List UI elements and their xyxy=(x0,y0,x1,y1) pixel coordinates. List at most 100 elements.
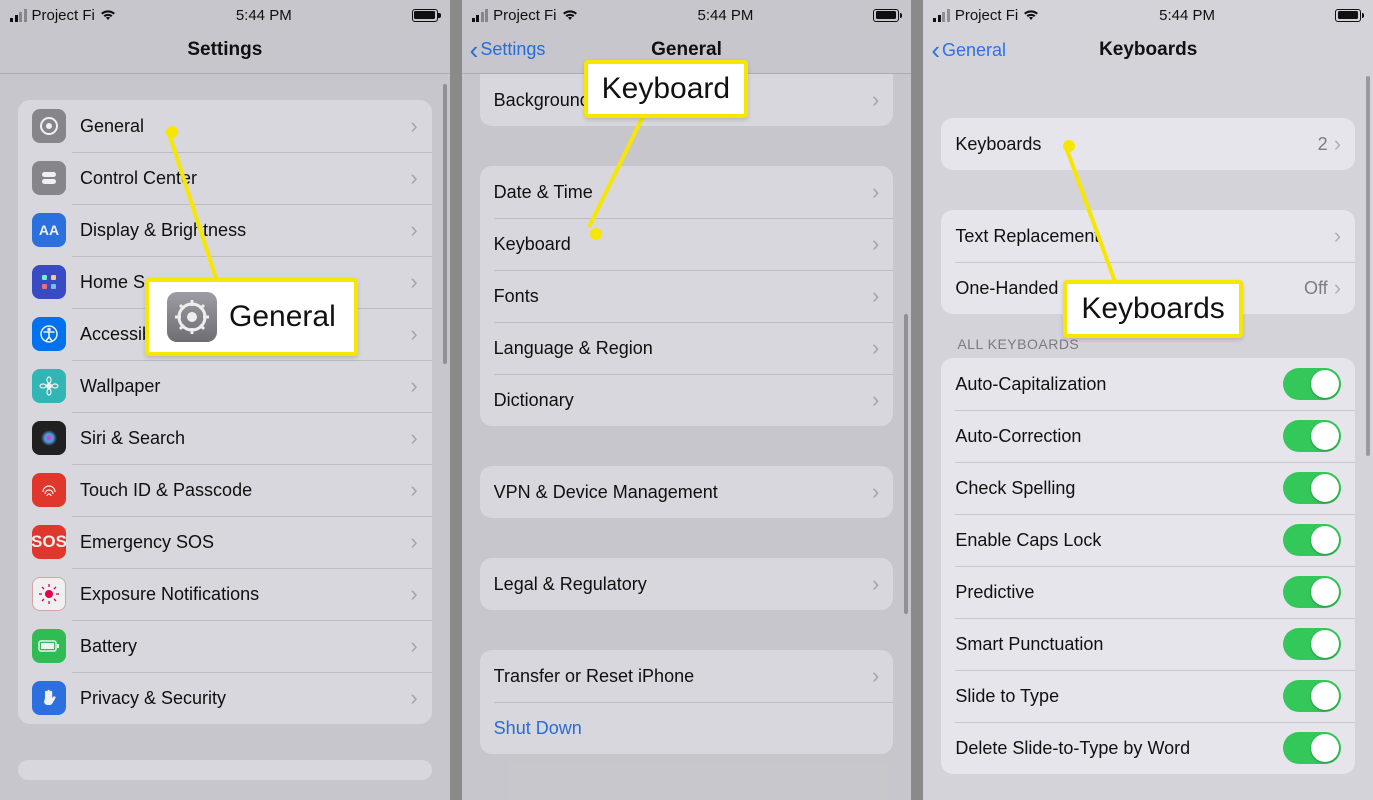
gear-icon xyxy=(32,109,66,143)
row-sos[interactable]: SOSEmergency SOS› xyxy=(18,516,432,568)
back-label: General xyxy=(942,40,1006,61)
callout-label: Keyboard xyxy=(602,72,730,106)
row-shutdown[interactable]: Shut Down xyxy=(480,702,894,754)
nav-bar: Settings xyxy=(0,26,450,74)
back-button[interactable]: ‹Settings xyxy=(470,37,546,63)
row-touchid[interactable]: Touch ID & Passcode› xyxy=(18,464,432,516)
chevron-right-icon: › xyxy=(872,335,879,361)
carrier-label: Project Fi xyxy=(493,7,556,24)
page-title: Keyboards xyxy=(1099,39,1197,61)
row-label: Check Spelling xyxy=(955,478,1283,499)
row-label: Exposure Notifications xyxy=(80,584,410,605)
chevron-right-icon: › xyxy=(410,425,417,451)
row-predictive: Predictive xyxy=(941,566,1355,618)
row-language-region[interactable]: Language & Region› xyxy=(480,322,894,374)
row-slide-type: Slide to Type xyxy=(941,670,1355,722)
page-title: Settings xyxy=(187,39,262,61)
row-delete-slide: Delete Slide-to-Type by Word xyxy=(941,722,1355,774)
status-bar: Project Fi 5:44 PM xyxy=(0,0,450,26)
row-wallpaper[interactable]: Wallpaper› xyxy=(18,360,432,412)
scroll-indicator[interactable] xyxy=(443,84,447,364)
clock: 5:44 PM xyxy=(698,7,754,24)
back-button[interactable]: ‹General xyxy=(931,37,1006,63)
row-label: Date & Time xyxy=(494,182,872,203)
row-label: Delete Slide-to-Type by Word xyxy=(955,738,1283,759)
chevron-right-icon: › xyxy=(872,663,879,689)
row-text-replacement[interactable]: Text Replacement› xyxy=(941,210,1355,262)
row-siri[interactable]: Siri & Search› xyxy=(18,412,432,464)
row-label: Smart Punctuation xyxy=(955,634,1283,655)
row-label: Shut Down xyxy=(494,718,880,739)
row-label: Auto-Correction xyxy=(955,426,1283,447)
row-label: Keyboards xyxy=(955,134,1317,155)
row-keyboards[interactable]: Keyboards2› xyxy=(941,118,1355,170)
toggle-caps-lock[interactable] xyxy=(1283,524,1341,556)
keyboards-list[interactable]: Keyboards2› Text Replacement› One-Handed… xyxy=(923,74,1373,800)
signal-icon xyxy=(472,9,489,22)
toggle-check-spelling[interactable] xyxy=(1283,472,1341,504)
row-dictionary[interactable]: Dictionary› xyxy=(480,374,894,426)
toggle-slide-type[interactable] xyxy=(1283,680,1341,712)
chevron-right-icon: › xyxy=(872,571,879,597)
flower-icon xyxy=(32,369,66,403)
chevron-right-icon: › xyxy=(410,633,417,659)
row-general[interactable]: General› xyxy=(18,100,432,152)
signal-icon xyxy=(933,9,950,22)
chevron-right-icon: › xyxy=(1334,275,1341,301)
row-exposure[interactable]: Exposure Notifications› xyxy=(18,568,432,620)
callout-label: Keyboards xyxy=(1081,292,1224,326)
chevron-right-icon: › xyxy=(1334,223,1341,249)
scroll-indicator[interactable] xyxy=(1366,76,1370,456)
chevron-right-icon: › xyxy=(410,373,417,399)
row-privacy[interactable]: Privacy & Security› xyxy=(18,672,432,724)
battery-icon xyxy=(412,9,438,22)
hand-icon xyxy=(32,681,66,715)
row-label: Text Replacement xyxy=(955,226,1333,247)
row-transfer-reset[interactable]: Transfer or Reset iPhone› xyxy=(480,650,894,702)
row-label: Predictive xyxy=(955,582,1283,603)
row-auto-cap: Auto-Capitalization xyxy=(941,358,1355,410)
wifi-icon xyxy=(1023,9,1039,21)
row-label: Auto-Capitalization xyxy=(955,374,1283,395)
toggle-smart-punct[interactable] xyxy=(1283,628,1341,660)
toggle-auto-cap[interactable] xyxy=(1283,368,1341,400)
toggle-delete-slide[interactable] xyxy=(1283,732,1341,764)
sos-icon: SOS xyxy=(32,525,66,559)
chevron-right-icon: › xyxy=(1334,131,1341,157)
chevron-right-icon: › xyxy=(872,231,879,257)
row-label: Transfer or Reset iPhone xyxy=(494,666,872,687)
status-bar: Project Fi 5:44 PM xyxy=(923,0,1373,26)
row-legal[interactable]: Legal & Regulatory› xyxy=(480,558,894,610)
chevron-right-icon: › xyxy=(872,479,879,505)
row-keyboard[interactable]: Keyboard› xyxy=(480,218,894,270)
row-label: Emergency SOS xyxy=(80,532,410,553)
chevron-right-icon: › xyxy=(410,581,417,607)
settings-list[interactable]: General› Control Center› AADisplay & Bri… xyxy=(0,74,450,800)
grid-icon xyxy=(32,265,66,299)
text-size-icon: AA xyxy=(32,213,66,247)
row-control-center[interactable]: Control Center› xyxy=(18,152,432,204)
row-label: VPN & Device Management xyxy=(494,482,872,503)
row-label: Control Center xyxy=(80,168,410,189)
row-smart-punct: Smart Punctuation xyxy=(941,618,1355,670)
wifi-icon xyxy=(100,9,116,21)
row-label: Touch ID & Passcode xyxy=(80,480,410,501)
general-list[interactable]: Background App Refresh› Date & Time› Key… xyxy=(462,74,912,800)
toggle-predictive[interactable] xyxy=(1283,576,1341,608)
exposure-icon xyxy=(32,577,66,611)
row-label: Display & Brightness xyxy=(80,220,410,241)
chevron-right-icon: › xyxy=(410,217,417,243)
accessibility-icon xyxy=(32,317,66,351)
highlight-dot xyxy=(166,126,178,138)
toggle-auto-correct[interactable] xyxy=(1283,420,1341,452)
row-label: General xyxy=(80,116,410,137)
row-display[interactable]: AA Display & Brightness› xyxy=(18,204,432,256)
row-battery[interactable]: Battery› xyxy=(18,620,432,672)
chevron-right-icon: › xyxy=(872,179,879,205)
row-fonts[interactable]: Fonts› xyxy=(480,270,894,322)
row-check-spelling: Check Spelling xyxy=(941,462,1355,514)
scroll-indicator[interactable] xyxy=(904,314,908,614)
row-date-time[interactable]: Date & Time› xyxy=(480,166,894,218)
switches-icon xyxy=(32,161,66,195)
row-vpn[interactable]: VPN & Device Management› xyxy=(480,466,894,518)
